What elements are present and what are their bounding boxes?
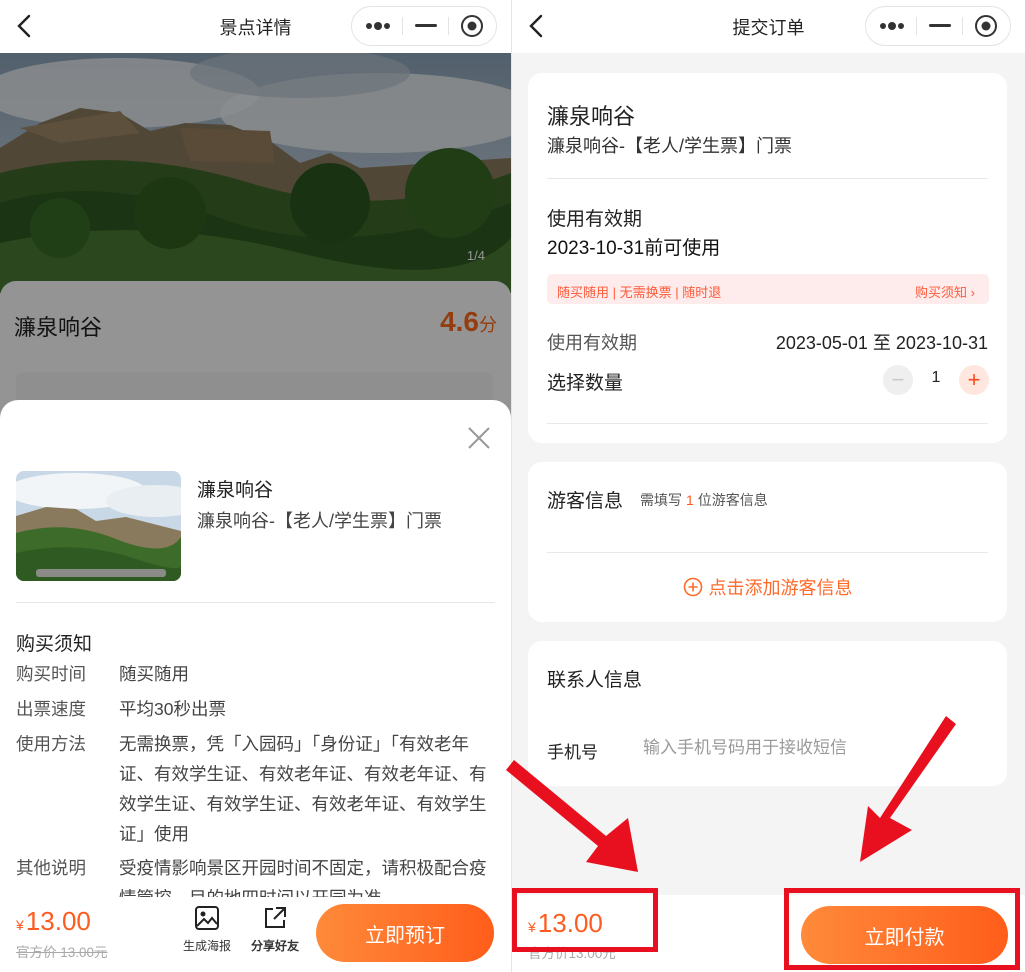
quantity-value: 1 bbox=[931, 369, 941, 386]
close-icon[interactable] bbox=[465, 424, 493, 452]
close-target-icon[interactable] bbox=[962, 7, 1010, 45]
nav-bar: 景点详情 bbox=[0, 0, 511, 53]
divider bbox=[547, 178, 988, 179]
guest-info-card: 游客信息 需填写 1 位游客信息 点击添加游客信息 bbox=[528, 462, 1007, 622]
product-name: 濂泉响谷 bbox=[197, 480, 274, 501]
notice-value: 无需换票，凭「入园码」「身份证」「有效老年证、有效学生证、有效老年证、有效老年证… bbox=[119, 734, 487, 844]
notice-value: 随买随用 bbox=[119, 664, 189, 684]
ticket-name: 濂泉响谷-【老人/学生票】门票 bbox=[547, 136, 792, 156]
notice-title: 购买须知 bbox=[16, 634, 93, 655]
divider bbox=[547, 423, 988, 424]
increase-button[interactable]: + bbox=[959, 365, 989, 395]
pay-button-highlight-box bbox=[784, 888, 1020, 970]
currency-symbol: ¥ bbox=[16, 917, 24, 933]
contact-title: 联系人信息 bbox=[547, 670, 643, 691]
mini-program-capsule bbox=[865, 6, 1011, 46]
notice-key: 出票速度 bbox=[16, 699, 86, 719]
notice-row: 购买时间 随买随用 bbox=[16, 659, 495, 689]
divider bbox=[547, 552, 988, 553]
validity-period-row: 使用有效期 2023-05-01 至 2023-10-31 bbox=[547, 329, 988, 353]
ticket-name: 濂泉响谷-【老人/学生票】门票 bbox=[197, 511, 442, 531]
product-card: 濂泉响谷 濂泉响谷-【老人/学生票】门票 使用有效期 2023-10-31前可使… bbox=[528, 73, 1007, 443]
notice-value: 平均30秒出票 bbox=[119, 699, 226, 719]
hint-pre: 需填写 bbox=[640, 492, 682, 508]
price-value: 13.00 bbox=[25, 906, 91, 936]
period-value: 2023-05-01 至 2023-10-31 bbox=[775, 333, 988, 353]
hint-count: 1 bbox=[686, 492, 694, 508]
add-guest-button[interactable]: 点击添加游客信息 bbox=[528, 574, 1007, 600]
contact-info-card: 联系人信息 手机号 bbox=[528, 641, 1007, 786]
image-icon bbox=[195, 906, 219, 930]
notice-row: 出票速度 平均30秒出票 bbox=[16, 694, 495, 724]
price: ¥13.00 bbox=[16, 906, 91, 937]
quantity-stepper: − 1 + bbox=[883, 365, 989, 395]
guest-hint: 需填写 1 位游客信息 bbox=[640, 490, 768, 510]
submit-order-screen: 提交订单 濂泉响谷 濂泉响谷-【老人/学生票】门票 使用有效期 2023-10-… bbox=[512, 0, 1025, 972]
guest-title: 游客信息 bbox=[547, 491, 624, 512]
mini-program-capsule bbox=[351, 6, 497, 46]
close-target-icon[interactable] bbox=[448, 7, 496, 45]
purchase-notice-sheet: 濂泉响谷 濂泉响谷-【老人/学生票】门票 购买须知 购买时间 随买随用 出票速度… bbox=[0, 400, 511, 972]
period-label: 使用有效期 bbox=[547, 333, 637, 353]
phone-input[interactable] bbox=[643, 733, 983, 763]
phone-label: 手机号 bbox=[547, 743, 598, 762]
minimize-icon[interactable] bbox=[916, 7, 964, 45]
book-now-button[interactable]: 立即预订 bbox=[316, 904, 494, 962]
purchase-notice-link[interactable]: 购买须知 › bbox=[915, 282, 975, 301]
more-dots-icon[interactable] bbox=[868, 7, 916, 45]
more-dots-icon[interactable] bbox=[354, 7, 402, 45]
add-guest-label: 点击添加游客信息 bbox=[708, 578, 853, 598]
divider bbox=[16, 602, 495, 603]
share-label: 分享好友 bbox=[250, 939, 299, 953]
decrease-button[interactable]: − bbox=[883, 365, 913, 395]
notice-key: 购买时间 bbox=[16, 664, 86, 684]
validity-label: 使用有效期 bbox=[547, 209, 643, 230]
product-name: 濂泉响谷 bbox=[547, 104, 636, 129]
add-circle-icon bbox=[683, 577, 702, 597]
notice-key: 其他说明 bbox=[16, 858, 86, 878]
poster-label: 生成海报 bbox=[182, 939, 231, 953]
original-price: 官方价 13.00元 bbox=[16, 945, 108, 960]
attraction-detail-screen: 1/4 濂泉响谷 4.6分 景点详情 濂泉响谷 濂泉响谷-【老人/学生票】门票 … bbox=[0, 0, 511, 972]
hint-post: 位游客信息 bbox=[697, 492, 768, 508]
booking-bar: ¥13.00 官方价 13.00元 生成海报 分享好友 立即预订 bbox=[0, 897, 511, 972]
ticket-tags: 随买随用 | 无需换票 | 随时退 购买须知 › bbox=[547, 274, 989, 304]
quantity-label: 选择数量 bbox=[547, 373, 624, 394]
notice-row: 使用方法 无需换票，凭「入园码」「身份证」「有效老年证、有效学生证、有效老年证、… bbox=[16, 729, 495, 849]
product-thumbnail bbox=[16, 471, 181, 581]
minimize-icon[interactable] bbox=[402, 7, 450, 45]
notice-key: 使用方法 bbox=[16, 734, 86, 754]
share-button[interactable]: 分享好友 bbox=[244, 905, 306, 954]
tags-text: 随买随用 | 无需换票 | 随时退 bbox=[557, 285, 722, 300]
share-icon bbox=[265, 907, 286, 928]
price-highlight-box bbox=[512, 888, 658, 952]
validity-date: 2023-10-31前可使用 bbox=[547, 238, 721, 259]
nav-bar: 提交订单 bbox=[512, 0, 1025, 53]
generate-poster-button[interactable]: 生成海报 bbox=[176, 905, 238, 954]
